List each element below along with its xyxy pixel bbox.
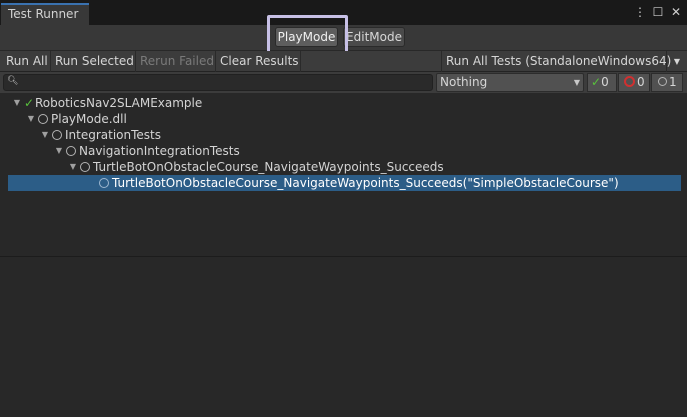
tree-item-method[interactable]: ▼ TurtleBotOnObstacleCourse_NavigateWaypo… <box>0 159 687 175</box>
skipped-filter-toggle[interactable]: 1 <box>651 73 683 92</box>
rerun-failed-button[interactable]: Rerun Failed <box>136 51 216 72</box>
tab-test-runner[interactable]: Test Runner <box>1 3 89 25</box>
expand-arrow-icon[interactable]: ▼ <box>53 143 65 159</box>
clear-results-button[interactable]: Clear Results <box>216 51 301 72</box>
expand-arrow-icon[interactable]: ▼ <box>67 159 79 175</box>
search-input[interactable] <box>3 74 433 91</box>
expand-arrow-icon[interactable]: ▼ <box>11 95 23 111</box>
tree-item-test-case[interactable]: TurtleBotOnObstacleCourse_NavigateWaypoi… <box>8 175 681 191</box>
failed-count: 0 <box>637 75 645 89</box>
tree-item-label: TurtleBotOnObstacleCourse_NavigateWaypoi… <box>112 176 619 190</box>
expand-arrow-icon[interactable]: ▼ <box>25 111 37 127</box>
not-run-circle-icon <box>80 161 90 172</box>
details-panel <box>0 258 687 417</box>
run-all-tests-dropdown-icon[interactable]: ▼ <box>667 51 687 72</box>
playmode-highlight <box>267 15 348 56</box>
not-run-circle-icon <box>52 129 62 140</box>
tree-item-assembly[interactable]: ▼ PlayMode.dll <box>0 111 687 127</box>
skipped-icon <box>658 77 667 86</box>
tree-item-label: NavigationIntegrationTests <box>79 144 240 158</box>
passed-filter-toggle[interactable]: ✓0 <box>587 73 617 92</box>
passed-count: 0 <box>601 75 609 89</box>
check-icon: ✓ <box>591 75 602 89</box>
tree-item-class[interactable]: ▼ NavigationIntegrationTests <box>0 143 687 159</box>
tree-item-label: TurtleBotOnObstacleCourse_NavigateWaypoi… <box>93 160 444 174</box>
run-all-tests-button[interactable]: Run All Tests (StandaloneWindows64) <box>441 51 671 72</box>
not-run-circle-icon <box>99 177 109 188</box>
skipped-count: 1 <box>669 75 677 89</box>
close-icon[interactable]: ✕ <box>669 4 683 20</box>
run-selected-button[interactable]: Run Selected <box>51 51 136 72</box>
tree-item-label: PlayMode.dll <box>51 112 127 126</box>
category-dropdown[interactable]: Nothing <box>436 73 584 92</box>
tree-item-root[interactable]: ▼ ✓RoboticsNav2SLAMExample <box>0 95 687 111</box>
passed-check-icon: ✓ <box>23 96 35 110</box>
editmode-button[interactable]: EditMode <box>343 27 405 47</box>
not-run-circle-icon <box>66 145 76 156</box>
run-all-button[interactable]: Run All <box>2 51 51 72</box>
menu-icon[interactable]: ⋮ <box>634 4 646 20</box>
tree-item-label: IntegrationTests <box>65 128 162 142</box>
search-icon: 🔍︎ <box>7 76 19 86</box>
expand-arrow-icon[interactable]: ▼ <box>39 127 51 143</box>
maximize-icon[interactable]: ☐ <box>651 4 665 20</box>
chevron-down-icon[interactable]: ▼ <box>571 73 583 92</box>
tree-item-label: RoboticsNav2SLAMExample <box>35 96 203 110</box>
not-run-circle-icon <box>38 113 48 124</box>
failed-icon <box>624 76 635 87</box>
tree-item-namespace[interactable]: ▼ IntegrationTests <box>0 127 687 143</box>
failed-filter-toggle[interactable]: 0 <box>618 73 650 92</box>
